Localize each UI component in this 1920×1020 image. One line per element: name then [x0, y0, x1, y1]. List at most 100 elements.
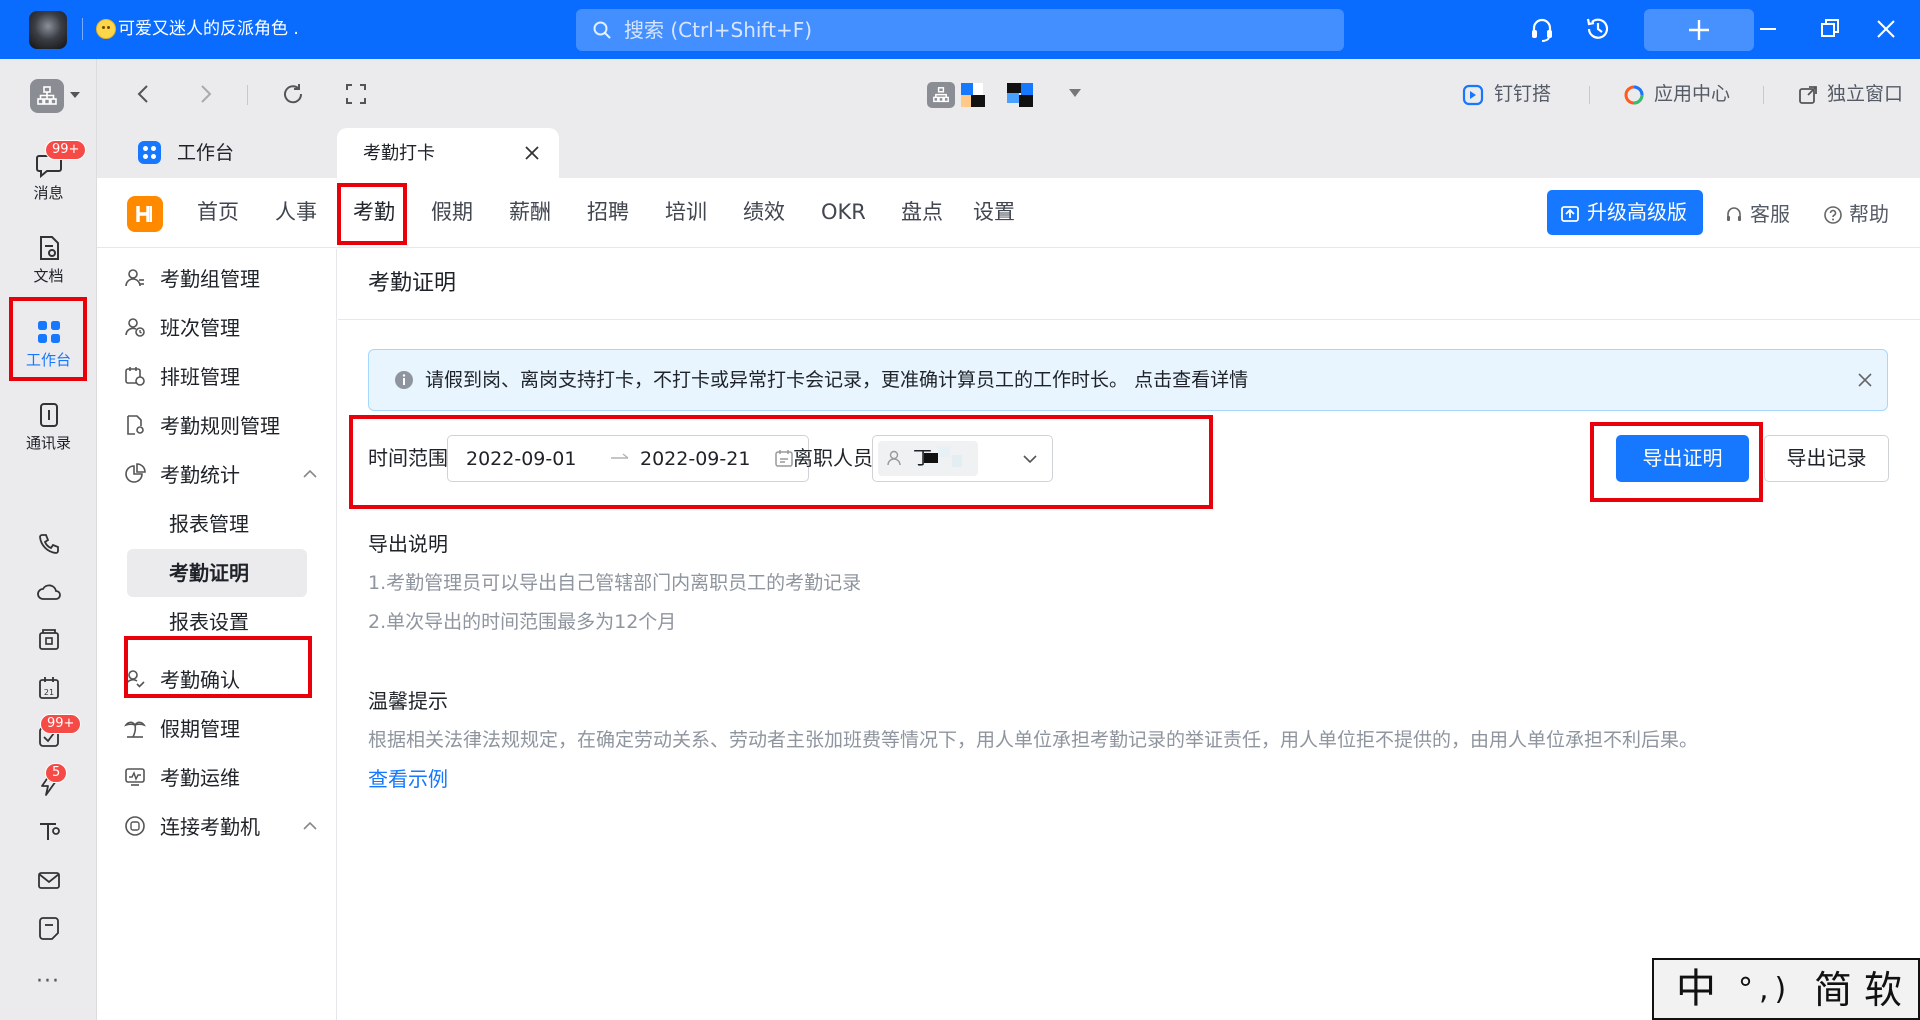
cloud-icon[interactable] — [34, 577, 64, 607]
export-note-2: 2.单次导出的时间范围最多为12个月 — [368, 611, 677, 633]
menu-schedule[interactable]: 排班管理 — [97, 353, 337, 401]
submenu-attendance-proof[interactable]: 考勤证明 — [127, 549, 307, 597]
tab-workbench[interactable]: 工作台 — [117, 128, 332, 178]
menu-rules[interactable]: 考勤规则管理 — [97, 402, 337, 450]
app-center-link[interactable]: 应用中心 — [1654, 82, 1730, 106]
menu-holiday[interactable]: 假期管理 — [97, 705, 337, 753]
menu-attendance-group[interactable]: 考勤组管理 — [97, 255, 337, 303]
date-range-picker[interactable]: 2022-09-01 2022-09-21 — [447, 435, 809, 482]
notice-details-link[interactable]: 点击查看详情 — [1134, 369, 1248, 391]
ding-badge: 5 — [45, 763, 68, 783]
menu-connect-device[interactable]: 连接考勤机 — [97, 803, 337, 851]
nav-inventory[interactable]: 盘点 — [901, 198, 943, 226]
tab-attendance[interactable]: 考勤打卡 — [337, 128, 559, 178]
employee-chip[interactable]: 丁 — [878, 441, 978, 476]
org-caret-icon[interactable] — [70, 92, 80, 98]
nav-leave[interactable]: 假期 — [431, 198, 473, 226]
restore-icon[interactable] — [1815, 14, 1845, 44]
nav-performance[interactable]: 绩效 — [743, 198, 785, 226]
close-window-icon[interactable] — [1871, 14, 1901, 44]
nav-home[interactable]: 首页 — [197, 198, 239, 226]
menu-label: 班次管理 — [160, 316, 240, 340]
submenu-report-management[interactable]: 报表管理 — [127, 500, 307, 548]
start-date-input[interactable]: 2022-09-01 — [466, 447, 576, 471]
refresh-icon[interactable] — [280, 81, 306, 107]
ime-mode[interactable]: 中 — [1676, 966, 1716, 1012]
notice-text: 请假到岗、离岗支持打卡，不打卡或异常打卡会记录，更准确计算员工的工作时长。 点击… — [425, 367, 1248, 393]
info-icon — [395, 371, 413, 389]
calendar-icon[interactable]: 21 — [34, 673, 64, 703]
close-icon[interactable] — [1856, 371, 1874, 389]
submenu-label: 报表管理 — [169, 512, 249, 536]
chevron-down-icon[interactable] — [1021, 451, 1039, 467]
chevron-up-icon[interactable] — [302, 821, 318, 831]
nav-okr[interactable]: OKR — [821, 198, 866, 226]
chevron-up-icon[interactable] — [302, 469, 318, 479]
nav-personnel[interactable]: 人事 — [275, 198, 317, 226]
rail-item-docs[interactable]: 文档 — [0, 225, 97, 307]
monitor-pulse-icon — [125, 768, 145, 786]
create-button[interactable] — [1644, 9, 1754, 51]
file-box-icon[interactable] — [34, 625, 64, 655]
todo-badge: 99+ — [40, 714, 82, 734]
rail-item-workbench[interactable]: 工作台 — [0, 309, 97, 391]
mail-icon[interactable] — [34, 865, 64, 895]
nav-salary[interactable]: 薪酬 — [509, 198, 551, 226]
nav-attendance[interactable]: 考勤 — [353, 198, 395, 226]
minimize-icon[interactable] — [1753, 14, 1783, 44]
menu-confirmation[interactable]: 考勤确认 — [97, 656, 337, 704]
headset-icon[interactable] — [1527, 14, 1557, 44]
menu-operations[interactable]: 考勤运维 — [97, 754, 337, 802]
export-records-button[interactable]: 导出记录 — [1764, 435, 1889, 482]
service-label: 客服 — [1750, 202, 1790, 226]
org-tree-icon — [927, 82, 955, 108]
phone-icon[interactable] — [34, 529, 64, 559]
org-switcher[interactable] — [30, 79, 64, 113]
headset-icon — [1727, 207, 1741, 221]
document-icon — [40, 236, 59, 260]
text-tool-icon[interactable] — [34, 817, 64, 847]
close-icon[interactable] — [523, 144, 541, 162]
forward-icon[interactable] — [192, 81, 218, 107]
rail-label: 文档 — [33, 267, 64, 285]
menu-statistics[interactable]: 考勤统计 — [97, 451, 337, 499]
export-proof-button[interactable]: 导出证明 — [1616, 435, 1749, 482]
menu-shift[interactable]: 班次管理 — [97, 304, 337, 352]
submenu-report-settings[interactable]: 报表设置 — [127, 598, 307, 646]
nav-settings[interactable]: 设置 — [973, 198, 1015, 226]
user-icon — [887, 450, 901, 466]
ime-punctuation[interactable]: °,) — [1738, 970, 1792, 1010]
rail-item-contacts[interactable]: 通讯录 — [0, 392, 97, 474]
global-search[interactable]: 搜索 (Ctrl+Shift+F) — [576, 9, 1344, 51]
back-icon[interactable] — [131, 81, 157, 107]
more-icon[interactable]: ··· — [36, 971, 60, 993]
history-icon[interactable] — [1583, 14, 1613, 44]
toolbar-separator — [247, 85, 248, 105]
dingda-link[interactable]: 钉钉搭 — [1494, 82, 1551, 106]
fullscreen-icon[interactable] — [343, 81, 369, 107]
standalone-window-link[interactable]: 独立窗口 — [1827, 82, 1903, 106]
user-avatar[interactable] — [29, 11, 67, 49]
ime-charset[interactable]: 简软 — [1814, 968, 1914, 1012]
upgrade-button[interactable]: 升级高级版 — [1547, 190, 1703, 235]
user-status-text[interactable]: 可爱又迷人的反派角色 . — [118, 17, 299, 41]
submenu-label: 报表设置 — [169, 610, 249, 634]
ime-status-bar[interactable]: 中 °,) 简软 — [1652, 958, 1920, 1020]
upgrade-icon — [1561, 206, 1579, 222]
rail-item-messages[interactable]: 99+ 消息 — [0, 140, 97, 224]
nav-training[interactable]: 培训 — [665, 198, 707, 226]
calendar-icon[interactable] — [774, 448, 794, 468]
help-link[interactable]: 帮助 — [1823, 201, 1903, 227]
end-date-input[interactable]: 2022-09-21 — [640, 447, 750, 471]
employee-select[interactable]: 丁 — [872, 435, 1053, 482]
customer-service-link[interactable]: 客服 — [1724, 201, 1804, 227]
divider — [338, 319, 1920, 320]
view-example-link[interactable]: 查看示例 — [368, 765, 448, 793]
hr-logo-icon — [136, 206, 152, 222]
hr-app-logo[interactable] — [127, 196, 163, 232]
notes-icon[interactable] — [34, 913, 64, 943]
group-user-icon — [125, 269, 144, 287]
nav-recruit[interactable]: 招聘 — [587, 198, 629, 226]
notice-message: 请假到岗、离岗支持打卡，不打卡或异常打卡会记录，更准确计算员工的工作时长。 — [425, 369, 1129, 391]
chevron-down-icon[interactable] — [1068, 88, 1082, 98]
